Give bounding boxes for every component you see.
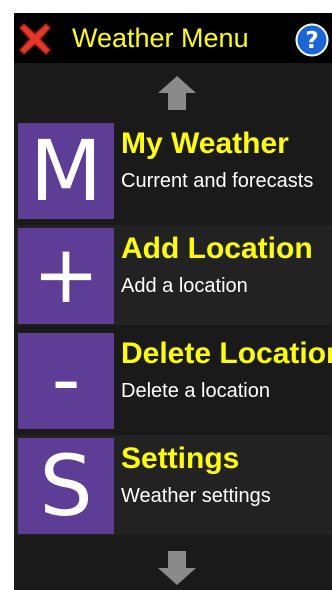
menu-item-subtitle: Delete a location	[121, 380, 270, 402]
down-arrow-icon	[158, 551, 196, 585]
menu-tile-settings: S	[18, 438, 114, 534]
help-glyph: ?	[305, 28, 318, 54]
app-screen: Weather Menu ? M My Weather Current and …	[14, 13, 332, 590]
page-title: Weather Menu	[72, 23, 249, 53]
menu-item-my-weather[interactable]: M My Weather Current and forecasts	[14, 120, 332, 220]
menu-item-subtitle: Weather settings	[121, 485, 271, 507]
menu-item-delete-location[interactable]: - Delete Location Delete a location	[14, 330, 332, 430]
menu-item-title: Delete Location	[121, 337, 332, 370]
question-mark-icon: ?	[295, 23, 329, 57]
help-button[interactable]: ?	[295, 23, 329, 57]
tile-letter: M	[29, 122, 103, 220]
tile-letter: S	[39, 437, 93, 535]
menu-item-subtitle: Current and forecasts	[121, 170, 314, 192]
menu-item-title: My Weather	[121, 127, 289, 160]
menu-tile-my-weather: M	[18, 123, 114, 219]
menu-item-title: Settings	[121, 442, 240, 475]
title-bar: Weather Menu ?	[14, 13, 332, 63]
menu-item-subtitle: Add a location	[121, 275, 248, 297]
scroll-down-button[interactable]	[152, 548, 202, 588]
menu-item-settings[interactable]: S Settings Weather settings	[14, 435, 332, 535]
tile-letter: -	[51, 333, 81, 426]
close-button[interactable]	[18, 22, 52, 56]
scroll-up-button[interactable]	[152, 73, 202, 113]
red-x-icon	[19, 23, 51, 55]
tile-letter: +	[32, 228, 100, 321]
menu-item-add-location[interactable]: + Add Location Add a location	[14, 225, 332, 325]
menu-tile-delete-location: -	[18, 333, 114, 429]
up-arrow-icon	[158, 76, 196, 110]
menu-item-title: Add Location	[121, 232, 313, 265]
menu-tile-add-location: +	[18, 228, 114, 324]
